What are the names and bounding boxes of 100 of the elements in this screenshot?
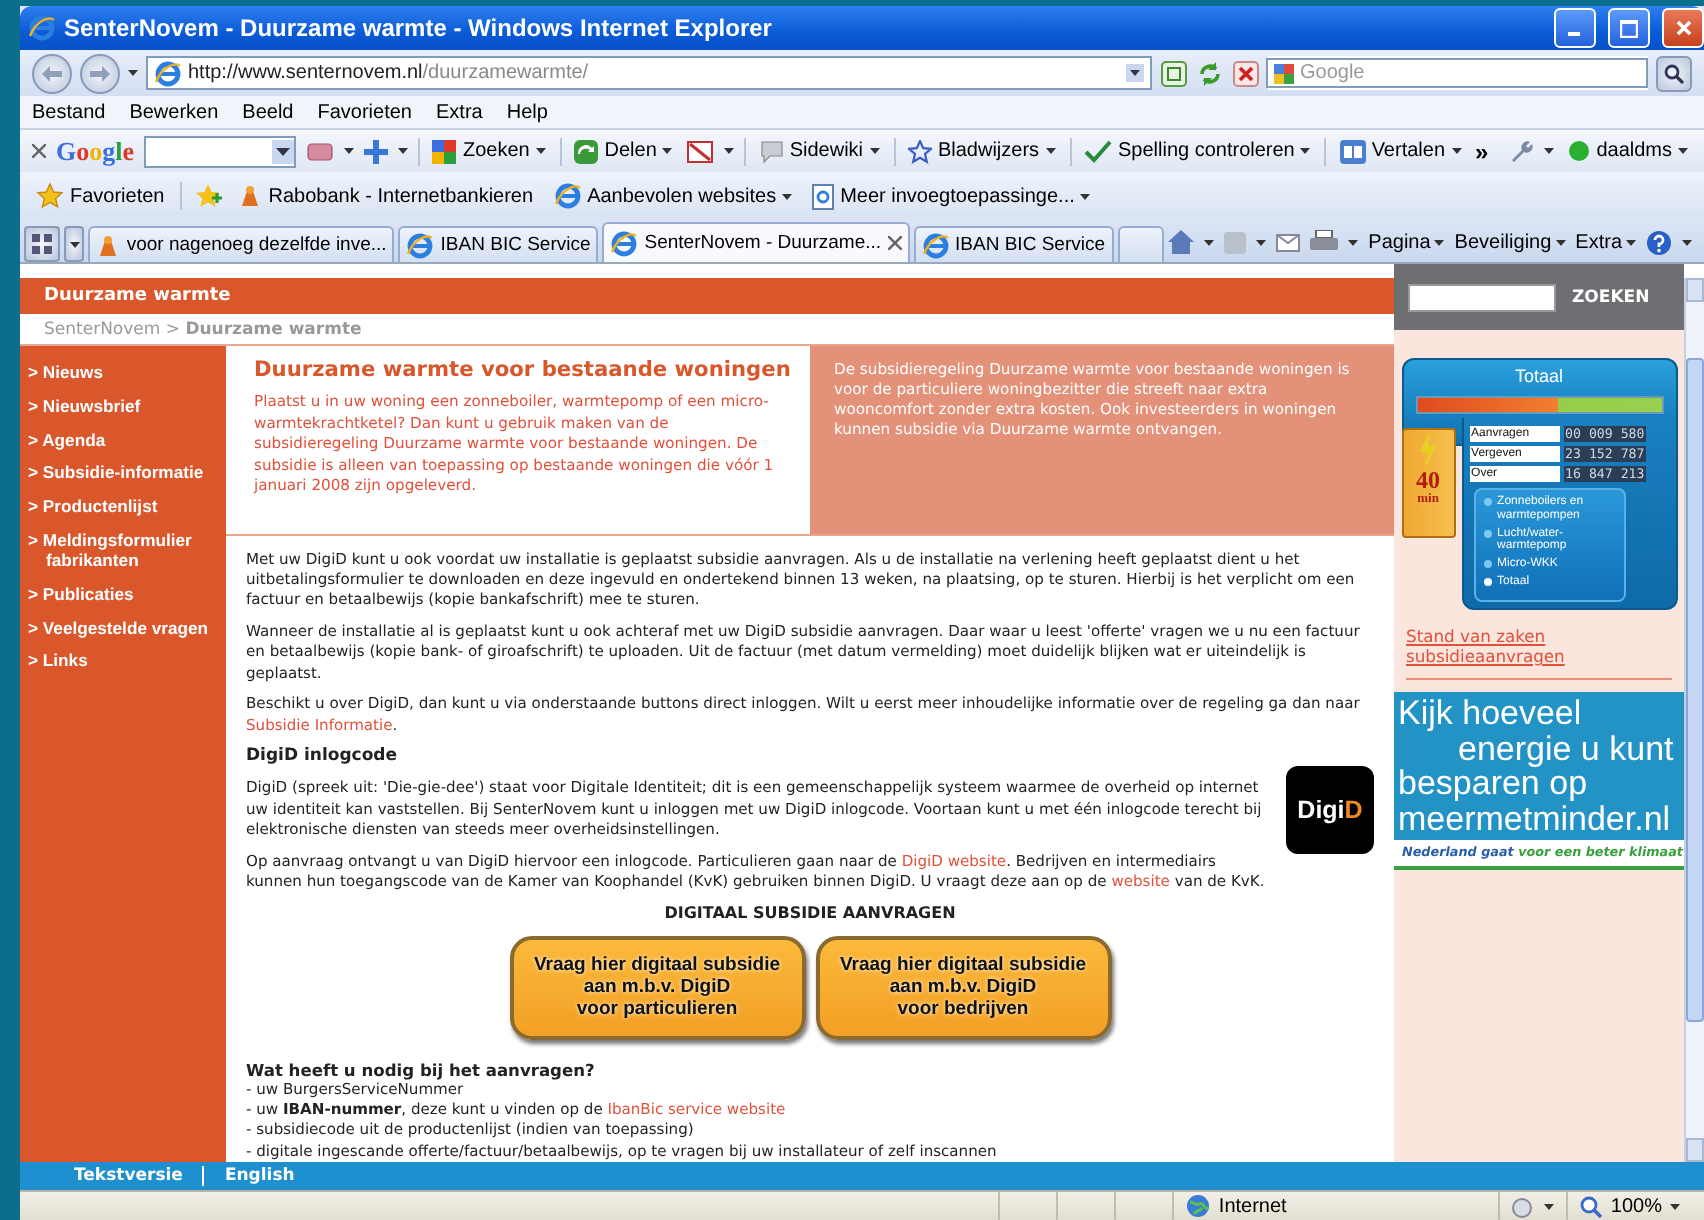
caret-icon bbox=[1451, 148, 1462, 154]
favorites-link[interactable]: Aanbevolen websites bbox=[549, 182, 797, 210]
toolbar-button[interactable]: Delen bbox=[570, 139, 677, 163]
legend-dot[interactable] bbox=[1483, 577, 1492, 586]
menu-item[interactable]: Bewerken bbox=[129, 101, 219, 123]
digid-logo: DigiD bbox=[1286, 766, 1374, 855]
nav-link[interactable]: > Meldingsformulier fabrikanten bbox=[26, 529, 226, 570]
home-icon[interactable] bbox=[1168, 230, 1195, 254]
back-arrow-icon bbox=[42, 65, 62, 81]
banner-text: besparen op bbox=[1398, 766, 1590, 801]
maximize-button[interactable] bbox=[1608, 8, 1650, 48]
browser-tab[interactable]: IBAN BIC Service bbox=[913, 226, 1113, 262]
command-button[interactable]: Beveiliging bbox=[1454, 231, 1566, 253]
account-button[interactable]: daaldms bbox=[1564, 140, 1693, 162]
more-button[interactable]: » bbox=[1475, 137, 1489, 165]
nav-link[interactable]: > Agenda bbox=[26, 429, 226, 450]
menu-item[interactable]: Bestand bbox=[32, 101, 106, 123]
legend-dot[interactable] bbox=[1483, 560, 1492, 569]
favorites-link[interactable]: Meer invoegtoepassinge... bbox=[808, 183, 1095, 209]
window-title: SenterNovem - Duurzame warmte - Windows Internet Explorer bbox=[64, 14, 774, 42]
caret-icon bbox=[398, 148, 409, 154]
plus-icon[interactable] bbox=[364, 139, 389, 163]
caret-icon bbox=[1670, 1203, 1680, 1209]
nav-link[interactable]: > Publicaties bbox=[26, 583, 226, 604]
subheading: Wat heeft u nodig bij het aanvragen? bbox=[246, 1059, 597, 1080]
close-icon[interactable] bbox=[32, 144, 46, 158]
browser-icon bbox=[553, 182, 582, 210]
help-icon[interactable] bbox=[1646, 229, 1673, 255]
browser-tab[interactable]: SenterNovem - Duurzame... bbox=[602, 222, 910, 262]
forward-button[interactable] bbox=[80, 53, 120, 93]
apply-button[interactable]: Vraag hier digitaal subsidie aan m.b.v. DigiD voor particulieren bbox=[509, 935, 805, 1040]
compatibility-icon[interactable] bbox=[1160, 59, 1188, 87]
caret-icon bbox=[1204, 239, 1215, 245]
site-search-field[interactable] bbox=[1408, 283, 1556, 311]
refresh-icon[interactable] bbox=[1196, 59, 1224, 87]
toolbar-button[interactable]: Bladwijzers bbox=[903, 139, 1060, 163]
search-field[interactable]: Google bbox=[1266, 58, 1648, 88]
toolbar-search-field[interactable] bbox=[144, 135, 297, 167]
zoom-button[interactable]: 100% bbox=[1566, 1192, 1704, 1220]
lightning-icon bbox=[1418, 430, 1439, 470]
toolbar-button[interactable]: Sidewiki bbox=[755, 139, 884, 163]
caret-icon bbox=[344, 148, 355, 154]
banner-text: energie u kunt bbox=[1456, 731, 1676, 766]
favorites-link[interactable]: Rabobank - Internetbankieren bbox=[234, 184, 538, 208]
footer-link[interactable]: English bbox=[202, 1166, 315, 1186]
caret-icon bbox=[1045, 148, 1056, 154]
maximize-icon bbox=[1620, 19, 1638, 37]
menu-item[interactable]: Favorieten bbox=[317, 101, 412, 123]
apply-button[interactable]: Vraag hier digitaal subsidie aan m.b.v. DigiD voor bedrijven bbox=[815, 935, 1111, 1040]
search-button[interactable]: ZOEKEN bbox=[1572, 287, 1650, 307]
nav-link[interactable]: > Productenlijst bbox=[26, 496, 226, 517]
close-icon[interactable] bbox=[887, 236, 902, 250]
command-button[interactable]: Extra bbox=[1575, 231, 1637, 253]
panel-title: Totaal bbox=[1513, 366, 1566, 386]
page-icon bbox=[154, 59, 182, 87]
footer-link[interactable]: Tekstversie bbox=[54, 1166, 203, 1186]
back-button[interactable] bbox=[32, 53, 72, 93]
add-favorite-icon[interactable] bbox=[194, 182, 223, 210]
caret-icon bbox=[1544, 148, 1555, 154]
toolbar-button[interactable]: Zoeken bbox=[428, 139, 550, 163]
mail-icon[interactable] bbox=[1276, 233, 1301, 251]
status-icon bbox=[1568, 140, 1591, 162]
caret-icon bbox=[1434, 239, 1445, 245]
new-tab-button[interactable] bbox=[1117, 226, 1165, 262]
search-button[interactable] bbox=[1656, 55, 1692, 91]
command-button[interactable]: Pagina bbox=[1368, 231, 1445, 253]
stop-icon[interactable] bbox=[1232, 59, 1260, 87]
nav-link[interactable]: > Links bbox=[26, 650, 226, 671]
page-icon bbox=[812, 183, 835, 209]
menu-item[interactable]: Extra bbox=[436, 101, 483, 123]
print-icon[interactable] bbox=[1310, 230, 1339, 254]
favorites-button[interactable]: Favorieten bbox=[32, 182, 169, 210]
nav-link[interactable]: > Nieuws bbox=[26, 362, 226, 382]
caret-icon bbox=[69, 241, 79, 247]
toolbar-button[interactable]: Spelling controleren bbox=[1079, 139, 1315, 163]
caret-icon bbox=[1544, 1203, 1555, 1209]
caret-icon bbox=[1256, 239, 1267, 245]
legend-dot[interactable] bbox=[1483, 498, 1492, 506]
menu-item[interactable]: Help bbox=[506, 101, 548, 123]
menu-item[interactable]: Beeld bbox=[242, 101, 294, 123]
browser-tab[interactable]: voor nagenoeg dezelfde inve... bbox=[88, 226, 395, 262]
quick-tabs-button[interactable] bbox=[24, 226, 60, 262]
browser-icon bbox=[406, 231, 435, 259]
speech-bubble-icon bbox=[759, 139, 784, 163]
minimize-button[interactable] bbox=[1554, 8, 1596, 48]
address-field[interactable]: http://www.senternovem.nl/duurzamewarmte/ bbox=[146, 56, 1152, 90]
forward-arrow-icon bbox=[90, 65, 110, 81]
share-icon bbox=[574, 139, 599, 163]
nav-link[interactable]: > Subsidie-informatie bbox=[26, 462, 226, 483]
legend-dot[interactable] bbox=[1483, 529, 1492, 538]
wrench-icon[interactable] bbox=[1508, 138, 1535, 164]
blocker-icon[interactable] bbox=[686, 139, 715, 163]
close-button[interactable] bbox=[1662, 8, 1704, 48]
nav-link[interactable]: > Nieuwsbrief bbox=[26, 395, 226, 416]
nav-link[interactable]: > Veelgestelde vragen bbox=[26, 617, 226, 638]
tab-list-button[interactable] bbox=[63, 226, 85, 262]
browser-tab[interactable]: IBAN BIC Service bbox=[398, 226, 599, 262]
toolbar-button[interactable]: Vertalen bbox=[1335, 139, 1466, 163]
page-heading: Duurzame warmte voor bestaande woningen bbox=[254, 358, 793, 382]
dropdown-icon bbox=[272, 139, 295, 163]
